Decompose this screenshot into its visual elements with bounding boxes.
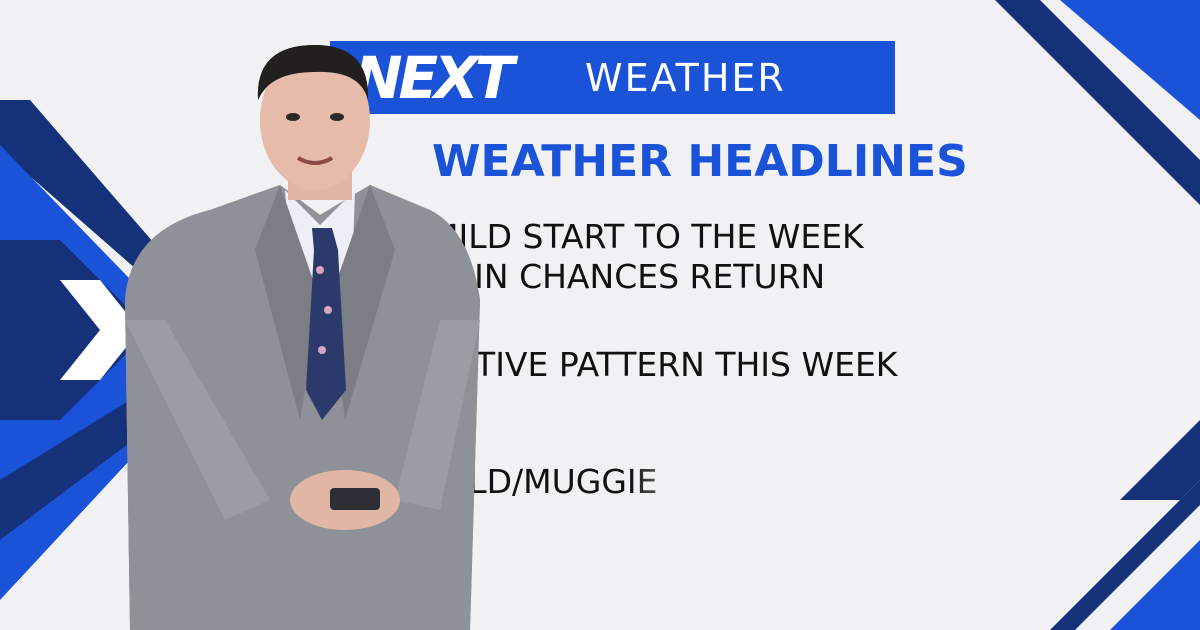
presenter-foreground [125,45,480,630]
